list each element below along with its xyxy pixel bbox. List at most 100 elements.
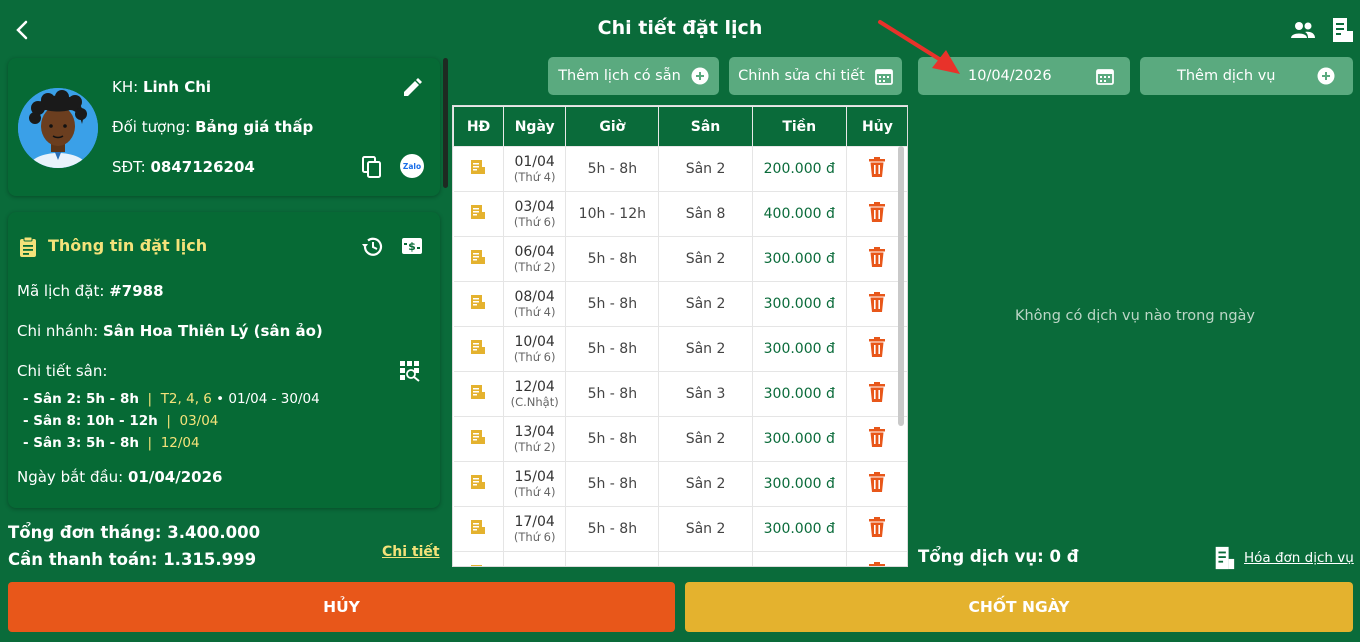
invoice-cell[interactable] [453,236,505,282]
col-court: Sân [658,106,753,147]
col-time: Giờ [565,106,660,147]
totals-detail-link[interactable]: Chi tiết [382,544,440,560]
invoice-icon[interactable] [469,203,487,221]
table-row[interactable]: 08/04 (Thứ 4) 5h - 8h Sân 2 300.000 đ [453,281,907,327]
invoice-icon[interactable] [469,563,487,567]
invoice-cell[interactable] [453,551,505,567]
start-date: 01/04/2026 [128,468,223,486]
grid-search-icon[interactable] [397,358,423,384]
court-detail-court: - Sân 2: 5h - 8h [23,391,139,407]
table-row[interactable]: 03/04 (Thứ 6) 10h - 12h Sân 8 400.000 đ [453,191,907,237]
trash-icon[interactable] [867,201,887,223]
table-row[interactable]: 15/04 (Thứ 4) 5h - 8h Sân 2 300.000 đ [453,461,907,507]
customer-name-row: KH: Linh Chi [112,78,211,96]
trash-icon[interactable] [867,561,887,567]
amount-due-value: 1.315.999 [163,550,257,569]
row-weekday: (Thứ 4) [513,485,556,499]
avatar [18,88,98,168]
invoice-cell[interactable] [453,371,505,417]
trash-icon[interactable] [867,426,887,448]
svg-text:$: $ [408,240,416,253]
trash-icon[interactable] [867,381,887,403]
row-weekday: (Thứ 2) [513,260,556,274]
edit-detail-button[interactable]: Chỉnh sửa chi tiết [729,57,902,95]
copy-icon[interactable] [360,154,384,180]
court-cell: Sân 8 [658,191,753,237]
zalo-icon[interactable]: Zalo [400,154,424,178]
invoice-cell[interactable] [453,191,505,237]
table-row[interactable]: 01/04 (Thứ 4) 5h - 8h Sân 2 200.000 đ [453,146,907,192]
table-row[interactable]: 17/04 (Thứ 6) 5h - 8h Sân 2 300.000 đ [453,506,907,552]
delete-cell[interactable] [846,461,907,507]
row-date: 20/04 [504,566,565,567]
trash-icon[interactable] [867,471,887,493]
time-cell: 5h - 8h [565,236,660,282]
row-weekday: (Thứ 4) [513,170,556,184]
table-row[interactable]: 13/04 (Thứ 2) 5h - 8h Sân 2 300.000 đ [453,416,907,462]
court-detail-days: T2, 4, 6 [160,391,212,407]
table-row[interactable]: 10/04 (Thứ 6) 5h - 8h Sân 2 300.000 đ [453,326,907,372]
invoice-icon[interactable] [469,428,487,446]
trash-icon[interactable] [867,336,887,358]
clipboard-icon [18,236,38,258]
trash-icon[interactable] [867,291,887,313]
add-existing-schedule-button[interactable]: Thêm lịch có sẵn [548,57,719,95]
invoice-icon[interactable] [469,473,487,491]
price-cell: 200.000 đ [752,146,847,192]
date-cell: 17/04 (Thứ 6) [503,506,567,552]
payment-icon[interactable]: $ [401,236,423,256]
edit-icon[interactable] [400,76,424,100]
row-weekday: (C.Nhật) [510,395,559,409]
trash-icon[interactable] [867,516,887,538]
row-date: 01/04 [514,154,555,170]
invoice-cell[interactable] [453,281,505,327]
price-cell [752,551,847,566]
cancel-button[interactable]: HỦY [8,582,675,632]
invoice-icon[interactable] [469,293,487,311]
court-detail-sep: | [143,391,157,407]
calendar-icon [874,69,893,85]
invoice-icon[interactable] [469,518,487,536]
history-icon[interactable] [360,234,386,260]
close-day-button[interactable]: CHỐT NGÀY [685,582,1353,632]
invoice-cell[interactable] [453,146,505,192]
booking-code-label: Mã lịch đặt: [17,282,105,300]
delete-cell[interactable] [846,551,907,567]
price-cell: 300.000 đ [752,326,847,372]
row-date: 17/04 [514,514,555,530]
table-row[interactable]: 12/04 (C.Nhật) 5h - 8h Sân 3 300.000 đ [453,371,907,417]
row-date: 12/04 [514,379,555,395]
invoice-icon[interactable] [469,383,487,401]
date-picker[interactable]: 10/04/2026 [918,57,1130,95]
invoice-icon[interactable] [469,338,487,356]
invoice-icon[interactable] [469,158,487,176]
row-date: 08/04 [514,289,555,305]
receipt-icon[interactable] [1328,16,1356,44]
add-service-button[interactable]: Thêm dịch vụ [1140,57,1353,95]
court-cell: Sân 3 [658,371,753,417]
invoice-cell[interactable] [453,461,505,507]
trash-icon[interactable] [867,246,887,268]
amount-due-label: Cần thanh toán: [8,550,158,569]
trash-icon[interactable] [867,156,887,178]
invoice-icon[interactable] [469,248,487,266]
date-cell: 10/04 (Thứ 6) [503,326,567,372]
row-weekday: (Thứ 2) [513,440,556,454]
table-scrollbar[interactable] [898,146,904,426]
invoice-cell[interactable] [453,416,505,462]
table-row[interactable]: 06/04 (Thứ 2) 5h - 8h Sân 2 300.000 đ [453,236,907,282]
customer-segment: Bảng giá thấp [195,118,314,136]
service-invoice-link[interactable]: Hóa đơn dịch vụ [1212,546,1354,570]
customer-phone-label: SĐT: [112,158,146,176]
court-cell: Sân 2 [658,416,753,462]
price-cell: 300.000 đ [752,461,847,507]
left-scrollbar[interactable] [443,58,448,188]
invoice-cell[interactable] [453,506,505,552]
invoice-cell[interactable] [453,326,505,372]
table-row[interactable]: 20/04 [453,551,907,567]
delete-cell[interactable] [846,506,907,552]
court-detail-range: • 01/04 - 30/04 [216,391,320,407]
service-total: Tổng dịch vụ: 0 đ [918,547,1079,566]
people-icon[interactable] [1289,16,1317,44]
row-date: 15/04 [514,469,555,485]
